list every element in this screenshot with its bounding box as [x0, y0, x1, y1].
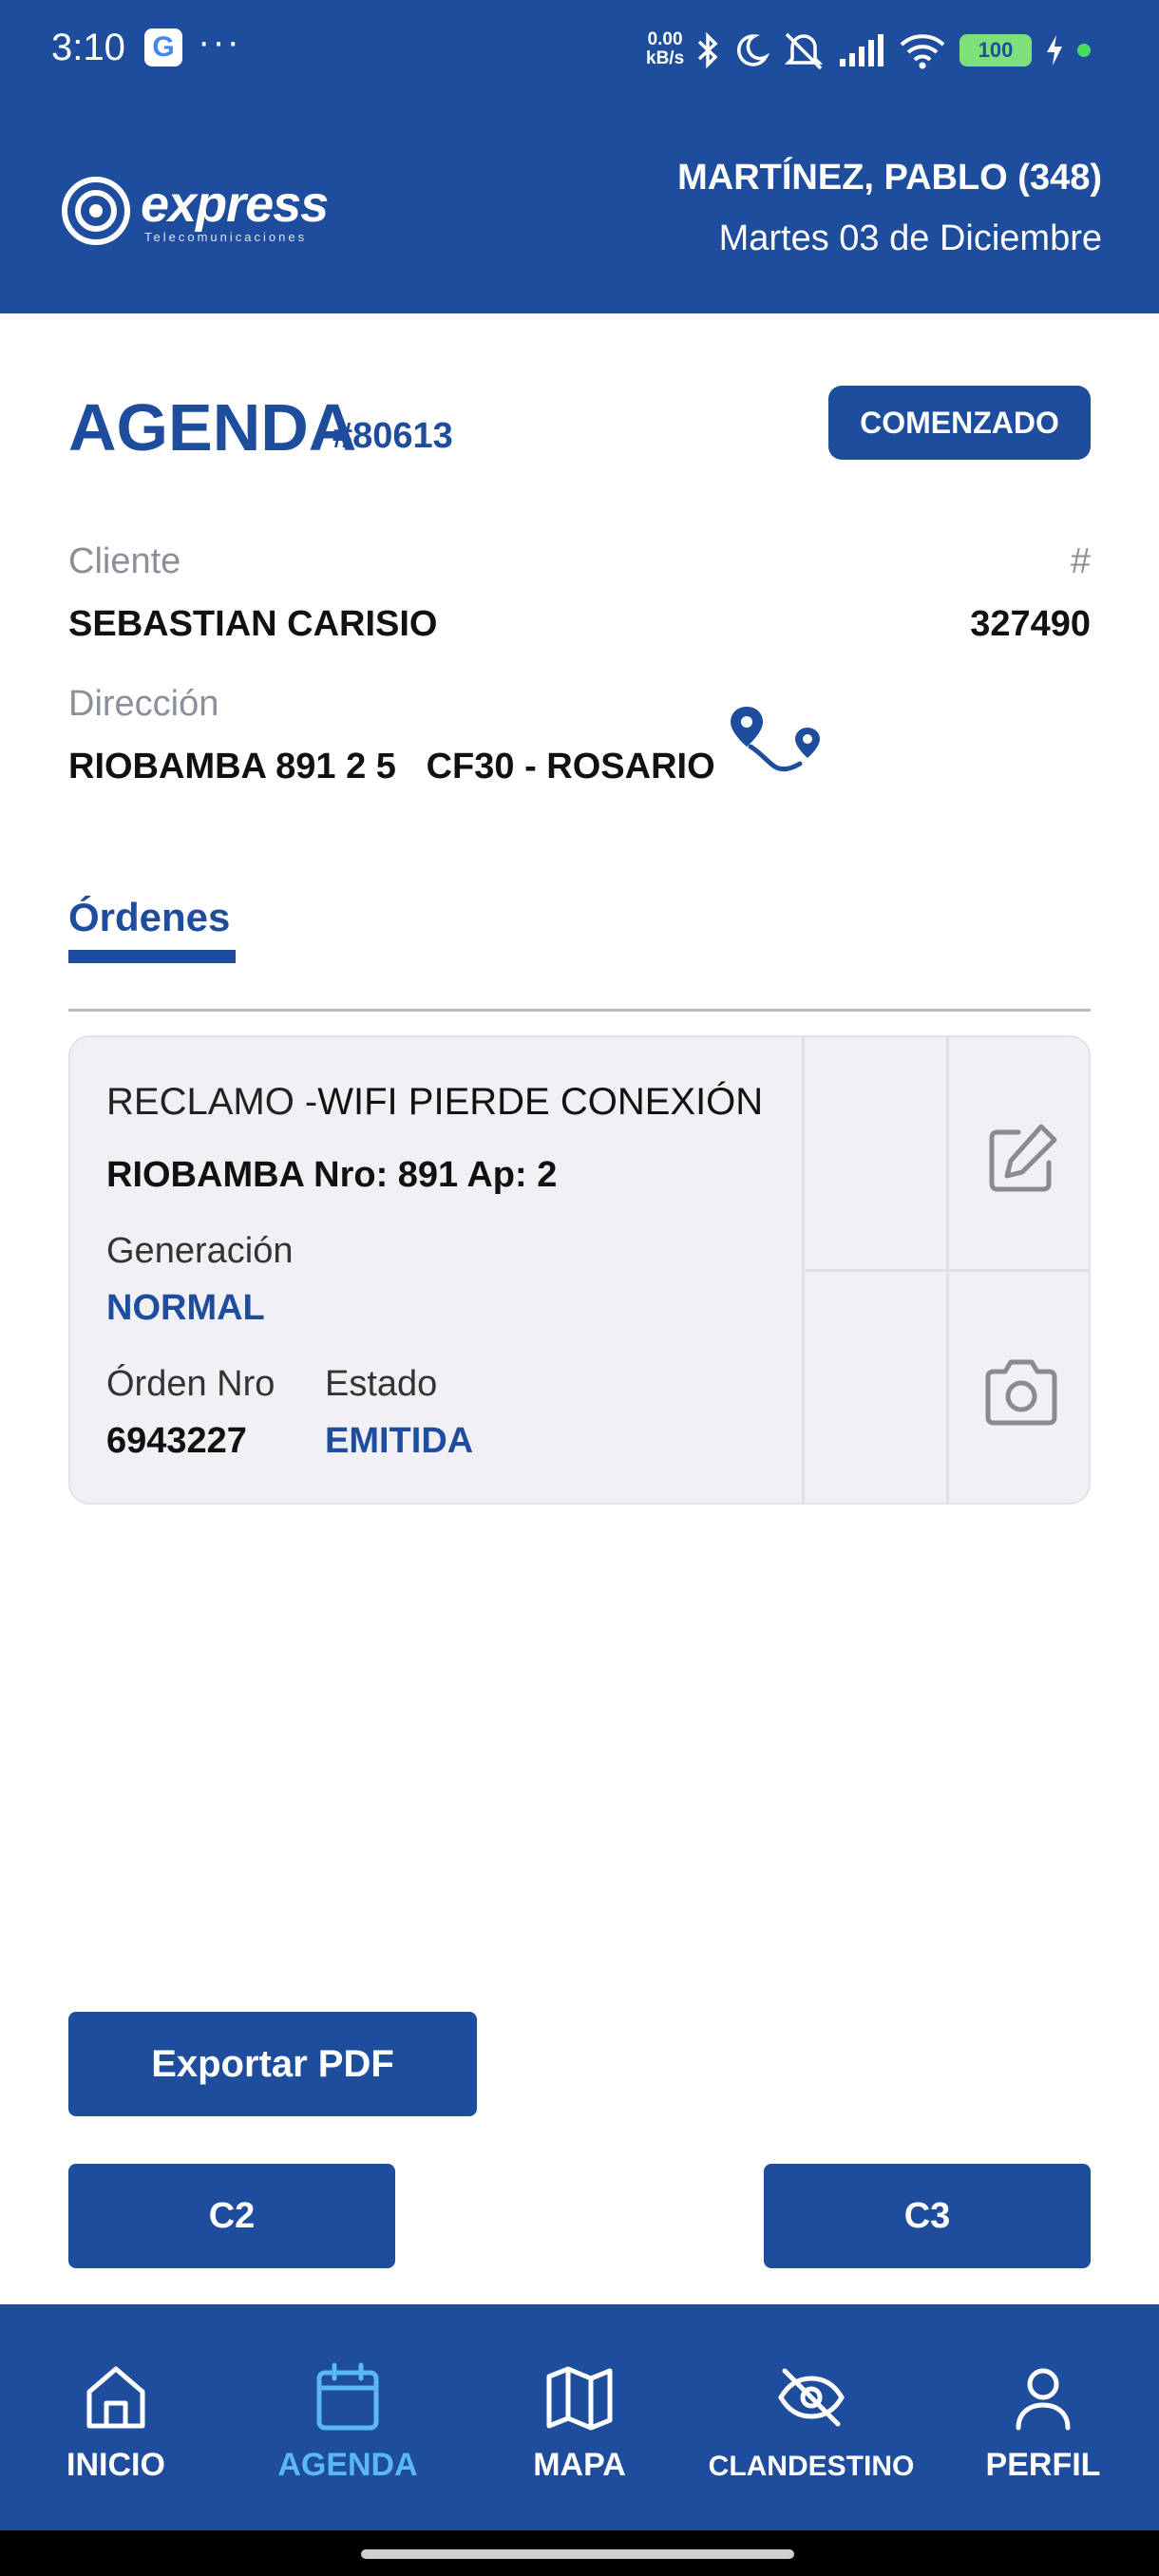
battery-icon: 100: [960, 34, 1032, 66]
state-label: Estado: [325, 1364, 438, 1404]
c2-button[interactable]: C2: [68, 2164, 395, 2268]
google-icon: G: [144, 28, 182, 66]
logo-word: express: [141, 175, 329, 233]
client-id: 327490: [970, 604, 1091, 644]
more-notifications-icon: ···: [198, 21, 241, 63]
order-description: WIFI PIERDE CONEXIÓN: [317, 1081, 764, 1123]
logo-mark-icon: [62, 177, 130, 245]
nav-item-perfil[interactable]: PERFIL: [927, 2304, 1159, 2530]
user-icon: [1016, 2368, 1071, 2431]
generation-label: Generación: [106, 1231, 294, 1271]
wifi-icon: [900, 34, 945, 69]
generation-value: NORMAL: [106, 1288, 265, 1328]
edit-icon[interactable]: [984, 1121, 1060, 1197]
address-label: Dirección: [68, 684, 219, 724]
agenda-number: #80613: [332, 416, 453, 456]
green-dot-icon: [1077, 44, 1091, 57]
gesture-handle[interactable]: [361, 2549, 794, 2559]
status-badge-button[interactable]: COMENZADO: [828, 386, 1091, 460]
state-value: EMITIDA: [325, 1421, 474, 1461]
status-time: 3:10: [51, 27, 125, 68]
order-type: RECLAMO -WIFI PIERDE CONEXIÓN: [106, 1081, 764, 1123]
camera-icon[interactable]: [980, 1354, 1062, 1430]
home-icon: [86, 2366, 145, 2429]
bottom-nav: INICIO AGENDA MAPA CLANDESTINO PERFIL: [0, 2304, 1159, 2530]
map-icon: [546, 2366, 613, 2431]
moon-icon: [737, 34, 770, 66]
current-date: Martes 03 de Diciembre: [718, 218, 1102, 258]
order-number-label: Órden Nro: [106, 1364, 276, 1404]
nav-item-agenda[interactable]: AGENDA: [232, 2304, 464, 2530]
order-address: RIOBAMBA Nro: 891 Ap: 2: [106, 1155, 558, 1195]
export-pdf-button[interactable]: Exportar PDF: [68, 2012, 477, 2116]
route-map-icon[interactable]: [728, 703, 826, 779]
nav-item-mapa[interactable]: MAPA: [464, 2304, 695, 2530]
client-name: SEBASTIAN CARISIO: [68, 604, 438, 644]
divider: [68, 1009, 1091, 1012]
signal-icon: [840, 34, 884, 66]
client-label: Cliente: [68, 541, 181, 581]
order-card[interactable]: RECLAMO -WIFI PIERDE CONEXIÓN RIOBAMBA N…: [68, 1035, 1091, 1505]
logo-subtitle: Telecomunicaciones: [144, 229, 308, 244]
user-name: MARTÍNEZ, PABLO (348): [677, 158, 1102, 198]
nav-item-inicio[interactable]: INICIO: [0, 2304, 232, 2530]
calendar-icon: [316, 2362, 379, 2431]
client-address: RIOBAMBA 891 2 5 CF30 - ROSARIO: [68, 747, 715, 786]
client-id-label: #: [1070, 541, 1091, 581]
card-divider: [804, 1269, 1089, 1272]
network-speed: 0.00 kB/s: [646, 29, 685, 68]
tab-active-indicator: [68, 950, 236, 963]
page-title: AGENDA: [68, 390, 357, 464]
charging-icon: [1047, 35, 1062, 66]
status-icons: 100: [695, 27, 1091, 74]
express-logo: express Telecomunicaciones: [61, 173, 329, 249]
nav-item-clandestino[interactable]: CLANDESTINO: [695, 2304, 927, 2530]
order-number: 6943227: [106, 1421, 247, 1461]
mute-icon: [784, 32, 824, 70]
status-bar: 3:10 G ··· 0.00 kB/s 100: [0, 0, 1159, 99]
c3-button[interactable]: C3: [764, 2164, 1091, 2268]
tab-ordenes[interactable]: Órdenes: [68, 895, 230, 940]
eye-off-icon: [778, 2368, 845, 2427]
bluetooth-icon: [697, 31, 718, 69]
